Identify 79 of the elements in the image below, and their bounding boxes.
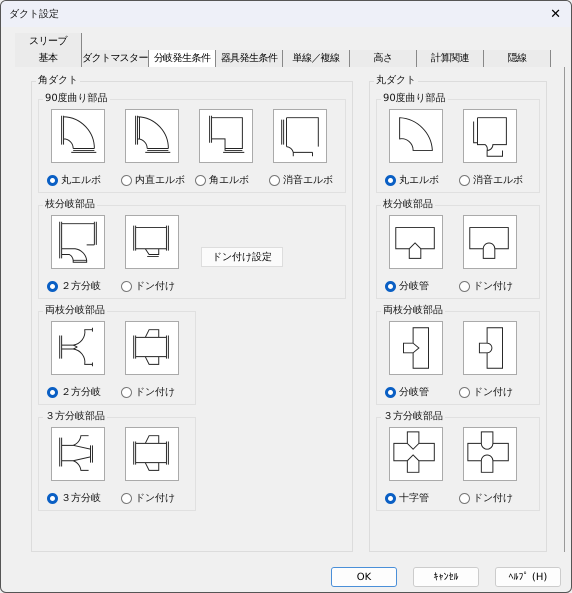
tee-drawing: [463, 215, 517, 269]
elbow-drawing: [389, 109, 443, 163]
elbow-drawing: [463, 109, 517, 163]
radio-label[interactable]: 分岐管: [399, 385, 429, 400]
radio-button[interactable]: [121, 281, 132, 292]
radio-label[interactable]: ドン付け: [473, 279, 513, 294]
radio-label[interactable]: ドン付け: [473, 491, 513, 506]
elbow-drawing: [51, 109, 105, 163]
tab[interactable]: 分岐発生条件: [149, 50, 216, 67]
radio-button[interactable]: [385, 493, 396, 504]
settings-button[interactable]: ドン付け設定: [201, 247, 283, 267]
radio-button[interactable]: [47, 281, 58, 292]
radio-label[interactable]: 分岐管: [399, 279, 429, 294]
tab[interactable]: ダクトマスター: [82, 50, 149, 67]
radio-label[interactable]: ドン付け: [135, 491, 175, 506]
branch-drawing: [51, 321, 105, 375]
tee-drawing: [125, 215, 179, 269]
radio-label[interactable]: ２方分岐: [61, 279, 101, 294]
close-button[interactable]: ✕: [546, 8, 565, 20]
group-title: 枝分岐部品: [44, 199, 96, 211]
tee-drawing: [389, 215, 443, 269]
tab[interactable]: 器具発生条件: [216, 50, 283, 67]
radio-button[interactable]: [385, 281, 396, 292]
radio-label[interactable]: 角エルボ: [209, 173, 249, 188]
radio-button[interactable]: [195, 175, 206, 186]
tab[interactable]: 単線／複線: [283, 50, 350, 67]
radio-button[interactable]: [47, 387, 58, 398]
radio-label[interactable]: 消音エルボ: [473, 173, 523, 188]
dialog-button[interactable]: ｷｬﾝｾﾙ: [413, 567, 479, 587]
radio-button[interactable]: [459, 387, 470, 398]
cross-drawing: [389, 427, 443, 481]
tab[interactable]: スリーブ: [15, 33, 82, 50]
radio-label[interactable]: 丸エルボ: [399, 173, 439, 188]
radio-button[interactable]: [385, 387, 396, 398]
branch-drawing: [51, 427, 105, 481]
window-title: ダクト設定: [9, 8, 59, 22]
group-title: 角ダクト: [37, 75, 79, 87]
radio-button[interactable]: [121, 493, 132, 504]
elbow-drawing: [125, 109, 179, 163]
radio-label[interactable]: ドン付け: [135, 385, 175, 400]
dialog-button[interactable]: ﾍﾙﾌﾟ (H): [495, 567, 561, 587]
group-title: ３方分岐部品: [44, 411, 106, 423]
group-title: 両枝分岐部品: [382, 305, 444, 317]
radio-button[interactable]: [121, 175, 132, 186]
radio-label[interactable]: 十字管: [399, 491, 429, 506]
tab[interactable]: 高さ: [350, 50, 417, 67]
tee-drawing: [125, 427, 179, 481]
group-title: 90度曲り部品: [44, 93, 109, 105]
group-title: ３方分岐部品: [382, 411, 444, 423]
radio-label[interactable]: ２方分岐: [61, 385, 101, 400]
radio-button[interactable]: [121, 387, 132, 398]
tab[interactable]: 基本: [15, 50, 82, 67]
group-title: 両枝分岐部品: [44, 305, 106, 317]
tee-drawing: [463, 321, 517, 375]
cross-drawing: [463, 427, 517, 481]
radio-label[interactable]: 消音エルボ: [283, 173, 333, 188]
radio-button[interactable]: [385, 175, 396, 186]
radio-button[interactable]: [459, 493, 470, 504]
elbow-drawing: [273, 109, 327, 163]
radio-label[interactable]: ３方分岐: [61, 491, 101, 506]
radio-button[interactable]: [459, 175, 470, 186]
radio-button[interactable]: [47, 493, 58, 504]
radio-label[interactable]: 内直エルボ: [135, 173, 185, 188]
square-elbow-drawing: [199, 109, 253, 163]
radio-label[interactable]: ドン付け: [473, 385, 513, 400]
tab[interactable]: 隠線: [484, 50, 551, 67]
radio-button[interactable]: [47, 175, 58, 186]
radio-button[interactable]: [459, 281, 470, 292]
radio-label[interactable]: 丸エルボ: [61, 173, 101, 188]
dialog-button[interactable]: OK: [331, 567, 397, 587]
radio-label[interactable]: ドン付け: [135, 279, 175, 294]
tee-drawing: [125, 321, 179, 375]
group-title: 90度曲り部品: [382, 93, 447, 105]
group-title: 枝分岐部品: [382, 199, 434, 211]
branch-drawing: [51, 215, 105, 269]
radio-button[interactable]: [269, 175, 280, 186]
group-title: 丸ダクト: [375, 75, 417, 87]
tee-drawing: [389, 321, 443, 375]
tab[interactable]: 計算関連: [417, 50, 484, 67]
